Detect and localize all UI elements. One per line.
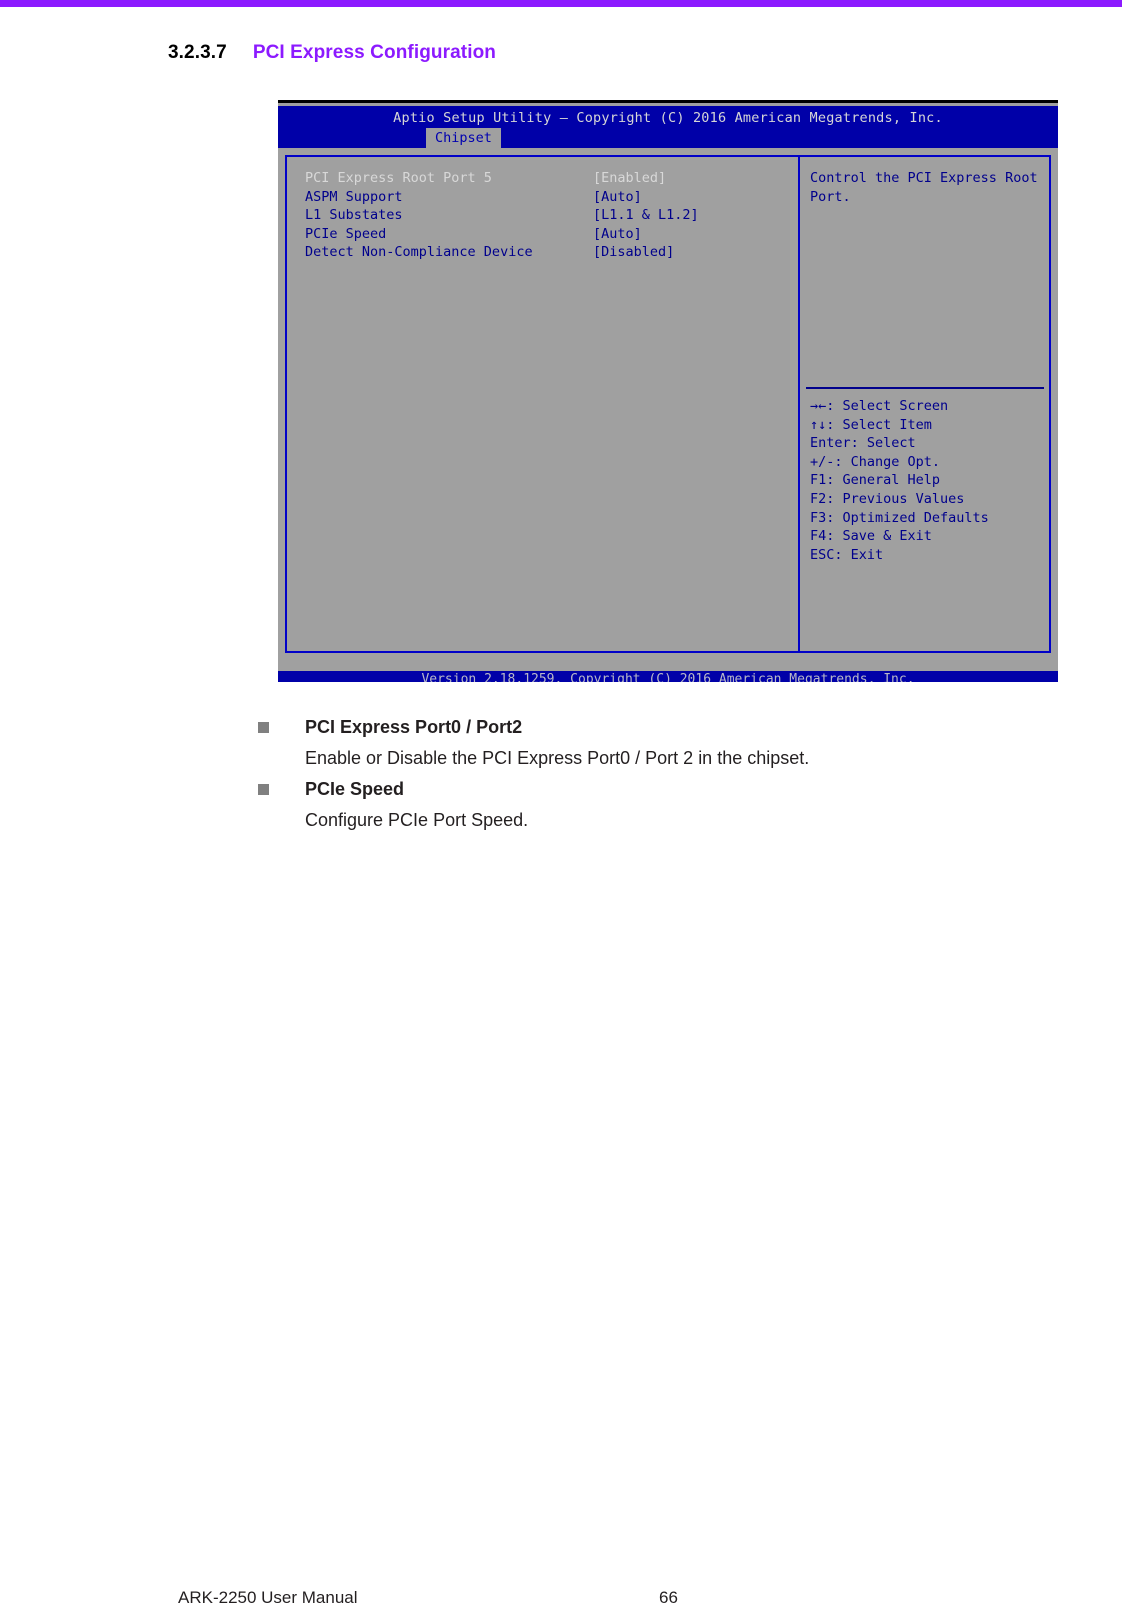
description-list: PCI Express Port0 / Port2 Enable or Disa… (258, 712, 998, 836)
option-label: Detect Non-Compliance Device (305, 244, 533, 261)
bios-option-list: PCI Express Root Port 5 [Enabled] ASPM S… (305, 169, 785, 262)
section-number: 3.2.3.7 (168, 42, 227, 63)
option-row-l1-substates[interactable]: L1 Substates [L1.1 & L1.2] (305, 206, 785, 225)
footer-manual-title: ARK-2250 User Manual (178, 1588, 358, 1607)
bullet-description: Configure PCIe Port Speed. (305, 810, 529, 830)
option-row-aspm-support[interactable]: ASPM Support [Auto] (305, 188, 785, 207)
section-title: PCI Express Configuration (252, 42, 497, 63)
bios-title-bar: Aptio Setup Utility – Copyright (C) 2016… (278, 106, 1058, 149)
bios-settings-panel: PCI Express Root Port 5 [Enabled] ASPM S… (285, 155, 800, 653)
key-legend-enter-select: Enter: Select (810, 435, 916, 452)
page-title: 3.2.3.7 PCI Express Configuration (168, 42, 496, 64)
key-legend: →←: Select Screen ↑↓: Select Item Enter:… (810, 397, 1042, 564)
option-label: ASPM Support (305, 188, 403, 205)
key-legend-select-screen: →←: Select Screen (810, 398, 949, 414)
key-legend-optimized-defaults: F3: Optimized Defaults (810, 509, 989, 526)
bios-version-bar: Version 2.18.1259. Copyright (C) 2016 Am… (278, 671, 1058, 682)
option-row-pci-express-root-port-5[interactable]: PCI Express Root Port 5 [Enabled] (305, 169, 785, 188)
bios-body: PCI Express Root Port 5 [Enabled] ASPM S… (278, 148, 1058, 660)
option-row-pcie-speed[interactable]: PCIe Speed [Auto] (305, 225, 785, 244)
key-legend-change-opt: +/-: Change Opt. (810, 453, 941, 470)
option-value[interactable]: [Auto] (593, 188, 642, 207)
bios-version-text: Version 2.18.1259. Copyright (C) 2016 Am… (421, 672, 915, 682)
bullet-square-icon (258, 784, 269, 795)
bullet-term: PCIe Speed (305, 779, 405, 799)
option-value[interactable]: [Disabled] (593, 243, 674, 262)
key-legend-save-exit: F4: Save & Exit (810, 528, 932, 545)
option-value[interactable]: [Auto] (593, 225, 642, 244)
option-label: PCIe Speed (305, 225, 387, 242)
bios-help-panel: Control the PCI Express Root Port. →←: S… (798, 155, 1051, 653)
option-value[interactable]: [L1.1 & L1.2] (593, 206, 699, 225)
list-item: PCIe Speed Configure PCIe Port Speed. (258, 774, 998, 836)
option-row-detect-non-compliance-device[interactable]: Detect Non-Compliance Device [Disabled] (305, 243, 785, 262)
bullet-description: Enable or Disable the PCI Express Port0 … (305, 748, 810, 768)
key-legend-previous-values: F2: Previous Values (810, 490, 965, 507)
option-value[interactable]: [Enabled] (593, 169, 666, 188)
footer-page-number: 66 (659, 1588, 678, 1607)
key-legend-select-item: ↑↓: Select Item (810, 416, 932, 433)
page-top-accent-bar (0, 0, 1122, 7)
list-item: PCI Express Port0 / Port2 Enable or Disa… (258, 712, 998, 774)
bios-screenshot: Aptio Setup Utility – Copyright (C) 2016… (278, 100, 1058, 682)
option-label: L1 Substates (305, 207, 403, 224)
help-divider (806, 387, 1044, 389)
key-legend-esc-exit: ESC: Exit (810, 546, 884, 563)
option-label: PCI Express Root Port 5 (305, 170, 492, 186)
key-legend-general-help: F1: General Help (810, 472, 941, 489)
bullet-term: PCI Express Port0 / Port2 (305, 717, 523, 737)
help-description: Control the PCI Express Root Port. (810, 170, 1038, 205)
tab-chipset[interactable]: Chipset (426, 128, 501, 149)
bullet-square-icon (258, 722, 269, 733)
page-footer: ARK-2250 User Manual 66 (0, 1588, 1122, 1614)
bios-title-text: Aptio Setup Utility – Copyright (C) 2016… (393, 110, 943, 126)
